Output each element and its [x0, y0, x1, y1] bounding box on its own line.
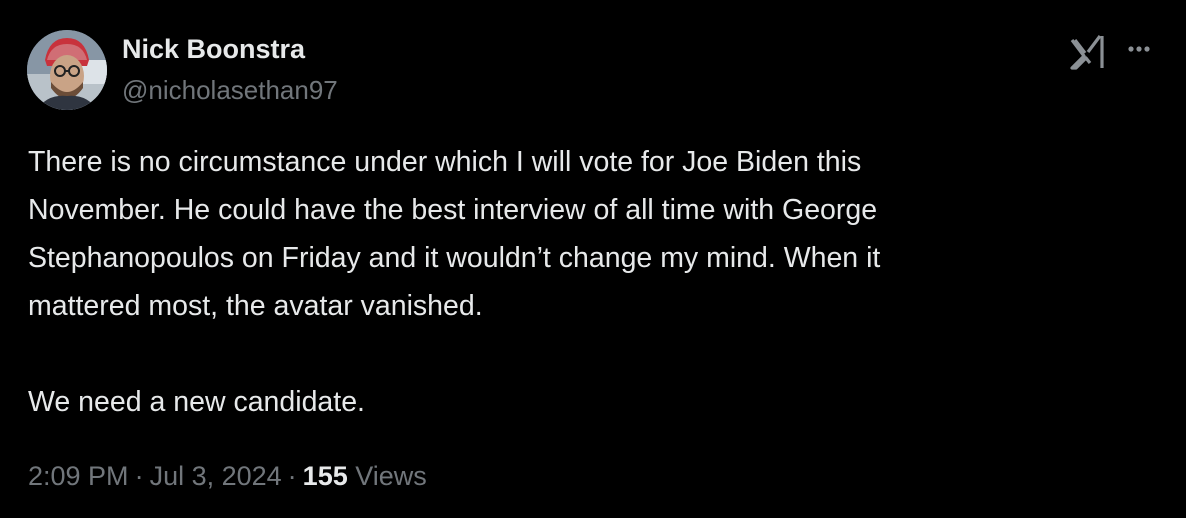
tweet-text-line: There is no circumstance under which I w…	[28, 146, 862, 178]
more-options-button[interactable]	[1119, 32, 1159, 66]
tweet-text-line: Stephanopoulos on Friday and it wouldn’t…	[28, 242, 881, 274]
tweet-card: Nick Boonstra @nicholasethan97 There is …	[0, 0, 1186, 518]
tweet-meta: 2:09 PM · Jul 3, 2024 · 155 Views	[28, 458, 427, 494]
views-count: 155	[302, 461, 348, 491]
tweet-date[interactable]: Jul 3, 2024	[150, 461, 282, 491]
views-label: Views	[355, 461, 427, 491]
avatar-photo	[27, 30, 107, 110]
tweet-body: There is no circumstance under which I w…	[28, 138, 1158, 426]
meta-separator: ·	[287, 461, 297, 491]
author-display-name[interactable]: Nick Boonstra	[122, 33, 305, 65]
author-handle[interactable]: @nicholasethan97	[122, 74, 338, 106]
x-grok-logo-icon[interactable]	[1068, 30, 1108, 70]
tweet-closing-line: We need a new candidate.	[28, 386, 365, 418]
meta-separator: ·	[134, 461, 144, 491]
avatar[interactable]	[27, 30, 107, 110]
tweet-text-line: November. He could have the best intervi…	[28, 194, 878, 226]
more-horizontal-icon	[1128, 46, 1150, 52]
tweet-text-line: mattered most, the avatar vanished.	[28, 290, 483, 322]
tweet-time[interactable]: 2:09 PM	[28, 461, 129, 491]
